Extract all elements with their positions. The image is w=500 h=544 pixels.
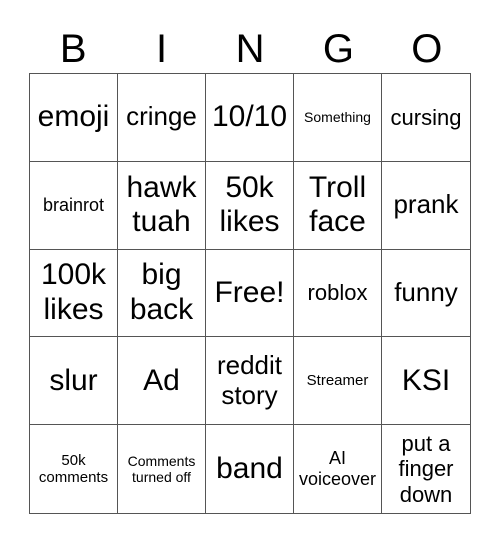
bingo-cell[interactable]: 100k likes (30, 249, 118, 338)
header-letter-n: N (235, 27, 265, 71)
bingo-cell[interactable]: Troll face (294, 161, 382, 250)
free-space-cell[interactable]: Free! (206, 249, 294, 338)
bingo-cell[interactable]: 50k likes (206, 161, 294, 250)
bingo-cell[interactable]: KSI (382, 337, 470, 426)
bingo-cell[interactable]: AI voiceover (294, 425, 382, 513)
bingo-cell[interactable]: brainrot (30, 161, 118, 250)
header-letter-b: B (59, 27, 87, 71)
bingo-grid: emoji cringe 10/10 Something cursing bra… (29, 73, 471, 514)
bingo-cell[interactable]: cringe (118, 74, 206, 162)
bingo-cell[interactable]: Streamer (294, 337, 382, 426)
bingo-cell[interactable]: slur (30, 337, 118, 426)
bingo-cell[interactable]: prank (382, 162, 470, 250)
bingo-cell[interactable]: Ad (118, 337, 206, 426)
bingo-cell[interactable]: emoji (30, 74, 118, 162)
bingo-cell[interactable]: funny (382, 250, 470, 338)
bingo-cell[interactable]: Something (294, 74, 382, 162)
bingo-cell[interactable]: reddit story (206, 337, 294, 426)
bingo-cell[interactable]: put a finger down (382, 425, 470, 513)
bingo-cell[interactable]: band (206, 425, 294, 513)
bingo-cell[interactable]: hawk tuah (118, 161, 206, 250)
bingo-cell[interactable]: big back (118, 249, 206, 338)
bingo-cell[interactable]: cursing (382, 74, 470, 162)
bingo-cell[interactable]: Comments turned off (118, 425, 206, 513)
bingo-cell[interactable]: 10/10 (206, 74, 294, 162)
header-letter-i: I (156, 27, 168, 71)
bingo-header: B I N G O (29, 26, 471, 72)
header-letter-g: G (322, 27, 354, 71)
bingo-cell[interactable]: roblox (294, 249, 382, 338)
header-letter-o: O (411, 27, 443, 71)
bingo-cell[interactable]: 50k comments (30, 425, 118, 513)
